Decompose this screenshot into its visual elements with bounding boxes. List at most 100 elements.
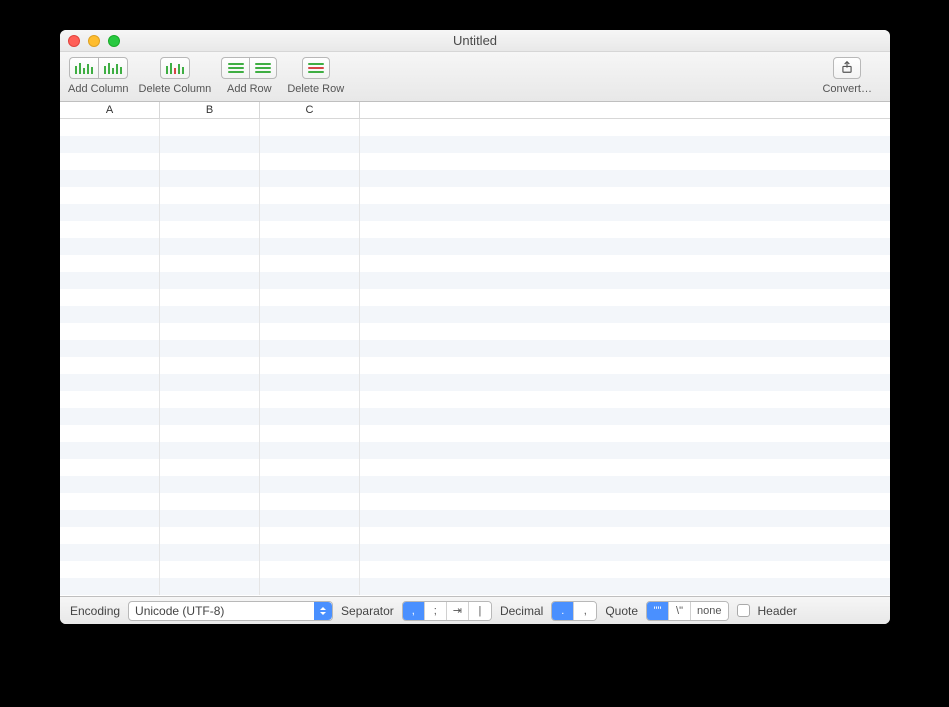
cell[interactable]	[260, 561, 360, 578]
cell[interactable]	[260, 527, 360, 544]
quote-option[interactable]: \"	[669, 602, 691, 620]
cell[interactable]	[260, 391, 360, 408]
cell[interactable]	[160, 527, 260, 544]
cell[interactable]	[260, 340, 360, 357]
cell[interactable]	[60, 306, 160, 323]
cell[interactable]	[160, 459, 260, 476]
close-window-button[interactable]	[68, 35, 80, 47]
add-row-below-button[interactable]	[249, 57, 277, 79]
cell[interactable]	[160, 374, 260, 391]
table-row[interactable]	[60, 578, 890, 595]
cell[interactable]	[260, 221, 360, 238]
table-row[interactable]	[60, 255, 890, 272]
cell[interactable]	[60, 493, 160, 510]
cell[interactable]	[260, 204, 360, 221]
cell[interactable]	[260, 374, 360, 391]
cell[interactable]	[260, 119, 360, 136]
cell[interactable]	[60, 391, 160, 408]
decimal-option[interactable]: ,	[574, 602, 596, 620]
cell[interactable]	[160, 289, 260, 306]
table-row[interactable]	[60, 153, 890, 170]
table-row[interactable]	[60, 357, 890, 374]
cell[interactable]	[260, 510, 360, 527]
table-row[interactable]	[60, 187, 890, 204]
cell[interactable]	[160, 476, 260, 493]
cell[interactable]	[260, 170, 360, 187]
table-row[interactable]	[60, 306, 890, 323]
cell[interactable]	[160, 340, 260, 357]
table-row[interactable]	[60, 323, 890, 340]
table-row[interactable]	[60, 527, 890, 544]
cell[interactable]	[160, 442, 260, 459]
cell[interactable]	[260, 476, 360, 493]
cell[interactable]	[260, 425, 360, 442]
cell[interactable]	[160, 204, 260, 221]
cell[interactable]	[60, 527, 160, 544]
separator-option[interactable]: ,	[403, 602, 425, 620]
cell[interactable]	[260, 493, 360, 510]
table-row[interactable]	[60, 442, 890, 459]
cell[interactable]	[160, 561, 260, 578]
cell[interactable]	[160, 255, 260, 272]
cell[interactable]	[60, 510, 160, 527]
cell[interactable]	[160, 578, 260, 595]
cell[interactable]	[260, 442, 360, 459]
cell[interactable]	[260, 323, 360, 340]
add-column-before-button[interactable]	[69, 57, 98, 79]
cell[interactable]	[60, 357, 160, 374]
cell[interactable]	[60, 561, 160, 578]
cell[interactable]	[160, 306, 260, 323]
encoding-select[interactable]: Unicode (UTF-8)	[128, 601, 333, 621]
cell[interactable]	[60, 272, 160, 289]
table-row[interactable]	[60, 408, 890, 425]
convert-button[interactable]	[833, 57, 861, 79]
cell[interactable]	[260, 238, 360, 255]
table-row[interactable]	[60, 272, 890, 289]
cell[interactable]	[260, 153, 360, 170]
cell[interactable]	[160, 323, 260, 340]
cell[interactable]	[160, 510, 260, 527]
column-header[interactable]: C	[260, 102, 360, 118]
table-row[interactable]	[60, 544, 890, 561]
cell[interactable]	[260, 136, 360, 153]
cell[interactable]	[160, 119, 260, 136]
table-row[interactable]	[60, 510, 890, 527]
quote-option[interactable]: ""	[647, 602, 669, 620]
cell[interactable]	[160, 272, 260, 289]
cell[interactable]	[160, 187, 260, 204]
cell[interactable]	[60, 119, 160, 136]
cell[interactable]	[60, 544, 160, 561]
cell[interactable]	[160, 221, 260, 238]
cell[interactable]	[60, 238, 160, 255]
cell[interactable]	[160, 238, 260, 255]
table-row[interactable]	[60, 204, 890, 221]
separator-option[interactable]: ⇥	[447, 602, 469, 620]
cell[interactable]	[260, 408, 360, 425]
cell[interactable]	[60, 340, 160, 357]
cell[interactable]	[60, 170, 160, 187]
separator-option[interactable]: ;	[425, 602, 447, 620]
cell[interactable]	[160, 391, 260, 408]
separator-option[interactable]: |	[469, 602, 491, 620]
cell[interactable]	[260, 306, 360, 323]
cell[interactable]	[160, 153, 260, 170]
add-row-above-button[interactable]	[221, 57, 249, 79]
table-row[interactable]	[60, 119, 890, 136]
cell[interactable]	[60, 408, 160, 425]
cell[interactable]	[160, 544, 260, 561]
column-header[interactable]: A	[60, 102, 160, 118]
cell[interactable]	[60, 476, 160, 493]
cell[interactable]	[60, 323, 160, 340]
cell[interactable]	[160, 136, 260, 153]
cell[interactable]	[260, 459, 360, 476]
cell[interactable]	[260, 357, 360, 374]
cell[interactable]	[160, 493, 260, 510]
cell[interactable]	[60, 374, 160, 391]
table-row[interactable]	[60, 391, 890, 408]
cell[interactable]	[60, 459, 160, 476]
add-column-after-button[interactable]	[98, 57, 128, 79]
zoom-window-button[interactable]	[108, 35, 120, 47]
table-row[interactable]	[60, 136, 890, 153]
cell[interactable]	[60, 289, 160, 306]
delete-column-button[interactable]	[160, 57, 190, 79]
